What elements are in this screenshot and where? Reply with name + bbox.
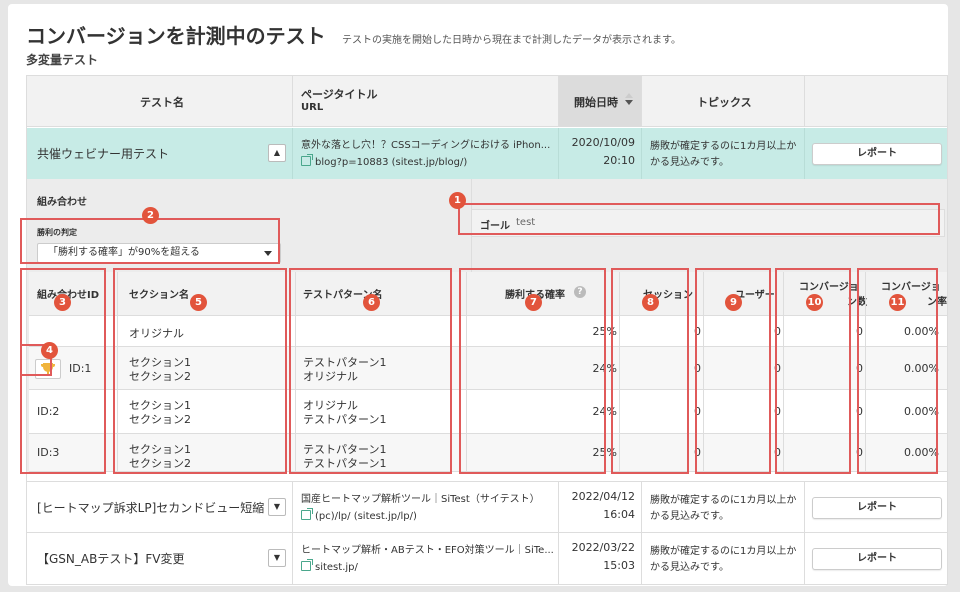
annotation-badge: 9 [725, 294, 742, 311]
expand-button[interactable]: ▼ [268, 549, 286, 567]
annotation-badge: 6 [363, 294, 380, 311]
annotation-badge: 7 [525, 294, 542, 311]
table-header: テスト名 ページタイトル URL 開始日時 トピックス [27, 76, 947, 127]
page-title: コンバージョンを計測中のテスト [26, 24, 326, 48]
divider [641, 76, 642, 127]
topic-line-1: 勝敗が確定するのに1カ月以上か [650, 141, 797, 152]
page-title-cell: 国産ヒートマップ解析ツール｜SiTest（サイテスト） [301, 494, 540, 505]
col-test-name: テスト名 [140, 96, 184, 109]
divider [558, 533, 559, 585]
report-button[interactable]: レポート [812, 143, 942, 165]
divider [641, 533, 642, 585]
test-name[interactable]: [ヒートマップ訴求LP]セカンドビュー短縮 [37, 499, 264, 516]
expand-button[interactable]: ▼ [268, 498, 286, 516]
test-name[interactable]: 【GSN_ABテスト】FV変更 [37, 550, 184, 567]
divider [641, 482, 642, 533]
annotation-badge: 1 [449, 192, 466, 209]
report-button[interactable]: レポート [812, 497, 942, 519]
divider [292, 76, 293, 127]
url-link[interactable]: (pc)/lp/ (sitest.jp/lp/) [301, 508, 417, 522]
url-link[interactable]: sitest.jp/ [301, 559, 358, 573]
annotation-badge: 4 [41, 342, 58, 359]
annotation-badge: 2 [142, 207, 159, 224]
divider [292, 128, 293, 179]
start-date: 2020/10/09 [571, 136, 635, 149]
page-description: テストの実施を開始した日時から現在まで計測したデータが表示されます。 [342, 35, 681, 46]
topic-line-2: かる見込みです。 [650, 562, 729, 573]
test-row[interactable]: [ヒートマップ訴求LP]セカンドビュー短縮 ▼ 国産ヒートマップ解析ツール｜Si… [27, 481, 947, 533]
start-time: 20:10 [603, 154, 635, 167]
start-date: 2022/03/22 [571, 541, 635, 554]
col-topics: トピックス [697, 96, 752, 109]
start-time: 16:04 [603, 508, 635, 521]
collapse-button[interactable]: ▲ [268, 144, 286, 162]
divider [558, 76, 559, 127]
divider [558, 482, 559, 533]
main-panel: コンバージョンを計測中のテスト テストの実施を開始した日時から現在まで計測したデ… [8, 4, 948, 586]
annotation-badge: 11 [889, 294, 906, 311]
start-date: 2022/04/12 [571, 490, 635, 503]
divider [804, 533, 805, 585]
topic-line-2: かる見込みです。 [650, 157, 729, 168]
annotation-box [20, 218, 280, 264]
url-text[interactable]: (pc)/lp/ (sitest.jp/lp/) [315, 511, 417, 522]
url-text[interactable]: blog?p=10883 (sitest.jp/blog/) [315, 157, 467, 168]
report-button[interactable]: レポート [812, 548, 942, 570]
external-link-icon [301, 154, 313, 166]
external-link-icon [301, 508, 313, 520]
col-start-date[interactable]: 開始日時 [559, 76, 641, 127]
topic-line-1: 勝敗が確定するのに1カ月以上か [650, 495, 797, 506]
sort-icon[interactable] [625, 93, 633, 105]
annotation-badge: 8 [642, 294, 659, 311]
annotation-badge: 3 [54, 294, 71, 311]
col-url: URL [301, 102, 324, 113]
section-subtitle: 多変量テスト [26, 53, 99, 67]
divider [804, 76, 805, 127]
annotation-badge: 10 [806, 294, 823, 311]
combination-label: 組み合わせ [37, 197, 87, 208]
external-link-icon [301, 559, 313, 571]
topic-line-2: かる見込みです。 [650, 511, 729, 522]
test-name[interactable]: 共催ウェビナー用テスト [37, 145, 169, 162]
divider [292, 533, 293, 585]
start-time: 15:03 [603, 559, 635, 572]
page-title-cell: ヒートマップ解析・ABテスト・EFO対策ツール｜SiTe... [301, 545, 554, 556]
divider [804, 128, 805, 179]
topic-line-1: 勝敗が確定するのに1カ月以上か [650, 546, 797, 557]
url-link[interactable]: blog?p=10883 (sitest.jp/blog/) [301, 154, 467, 168]
divider [804, 482, 805, 533]
divider [641, 128, 642, 179]
col-page-title: ページタイトル [301, 88, 378, 101]
col-start-date-label: 開始日時 [574, 96, 618, 109]
annotation-badge: 5 [190, 294, 207, 311]
page-title-cell: 意外な落とし穴！？CSSコーディングにおける iPhon... [301, 140, 551, 151]
test-row[interactable]: 共催ウェビナー用テスト ▲ 意外な落とし穴！？CSSコーディングにおける iPh… [27, 128, 947, 179]
divider [292, 482, 293, 533]
annotation-box [458, 203, 940, 235]
divider [558, 128, 559, 179]
url-text[interactable]: sitest.jp/ [315, 562, 358, 573]
test-row[interactable]: 【GSN_ABテスト】FV変更 ▼ ヒートマップ解析・ABテスト・EFO対策ツー… [27, 532, 947, 585]
